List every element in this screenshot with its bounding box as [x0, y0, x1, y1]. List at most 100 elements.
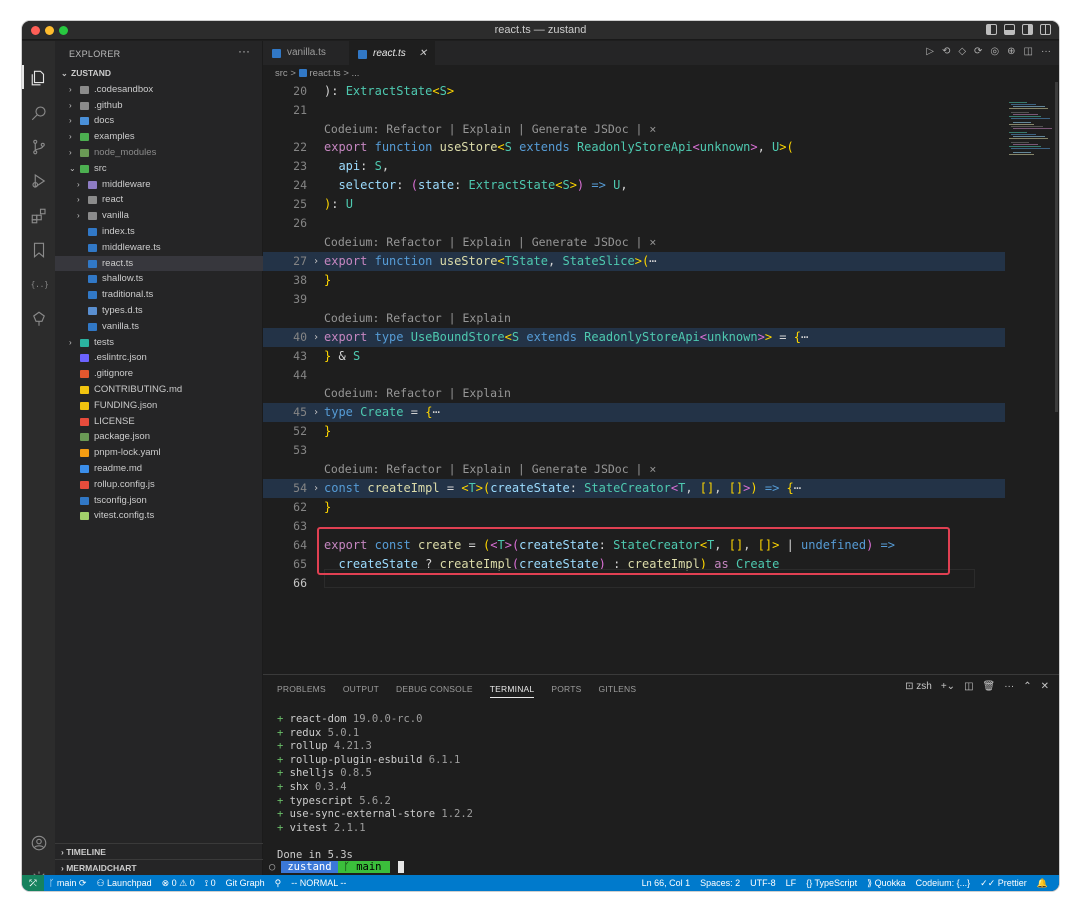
run-icon[interactable]: ▷ [926, 46, 934, 57]
remote-indicator-icon[interactable]: ⤱ [22, 875, 44, 891]
minimap[interactable] [1005, 82, 1059, 674]
tree-item[interactable]: index.ts [55, 224, 263, 240]
codeium-codelens[interactable]: Codeium: Refactor | Explain | Generate J… [263, 120, 1005, 139]
customize-layout-icon[interactable] [1040, 24, 1051, 35]
breadcrumb-folder[interactable]: src [275, 68, 288, 79]
codeium-codelens[interactable]: Codeium: Refactor | Explain [263, 384, 1005, 403]
tree-item[interactable]: › vanilla [55, 208, 263, 224]
kill-terminal-icon[interactable]: 🗑 [983, 681, 996, 692]
search-icon[interactable] [29, 103, 48, 122]
notifications-bell-icon[interactable]: 🔔 [1032, 875, 1053, 891]
fold-chevron-icon[interactable]: › [313, 403, 319, 422]
maximize-panel-icon[interactable]: ⌃ [1023, 681, 1031, 692]
codeium-indicator[interactable]: Codeium: {...} [911, 875, 976, 891]
fold-chevron-icon[interactable]: › [313, 328, 319, 347]
json-tools-icon[interactable]: {..} [29, 274, 48, 293]
tree-item[interactable]: react.ts [55, 255, 263, 272]
problems-indicator[interactable]: ⊗ 0 ⚠ 0 [157, 875, 200, 891]
tab-ports[interactable]: PORTS [551, 684, 581, 698]
tree-item[interactable]: › react [55, 192, 263, 208]
new-terminal-icon[interactable]: +⌄ [941, 681, 955, 692]
tree-item[interactable]: LICENSE [55, 414, 263, 430]
tree-item[interactable]: readme.md [55, 461, 263, 477]
bookmarks-icon[interactable] [29, 240, 48, 259]
close-tab-icon[interactable]: ✕ [419, 42, 427, 66]
compare-icon[interactable]: ◇ [958, 46, 966, 57]
timeline-section[interactable]: › TIMELINE [55, 843, 263, 859]
tree-item[interactable]: .gitignore [55, 366, 263, 382]
toggle-primary-sidebar-icon[interactable] [986, 24, 997, 35]
prettier-indicator[interactable]: ✓✓ Prettier [975, 875, 1032, 891]
fold-chevron-icon[interactable]: › [313, 479, 319, 498]
terminal-output[interactable]: + react-dom 19.0.0-rc.0 + redux 5.0.1 + ro… [277, 713, 473, 863]
language-mode[interactable]: {} TypeScript [801, 875, 862, 891]
tree-item[interactable]: tsconfig.json [55, 493, 263, 509]
tree-item[interactable]: FUNDING.json [55, 398, 263, 414]
toggle-panel-icon[interactable] [1004, 24, 1015, 35]
branch-indicator[interactable]: ᚴ main ⟳ [44, 875, 91, 891]
tree-item[interactable]: CONTRIBUTING.md [55, 382, 263, 398]
tree-item[interactable]: vitest.config.ts [55, 508, 263, 524]
tab-react-ts[interactable]: react.ts ✕ [349, 41, 435, 65]
tree-item[interactable]: .eslintrc.json [55, 350, 263, 366]
encoding[interactable]: UTF-8 [745, 875, 781, 891]
source-control-icon[interactable] [29, 137, 48, 156]
tab-vanilla-ts[interactable]: vanilla.ts [263, 41, 345, 65]
tab-terminal[interactable]: TERMINAL [489, 684, 535, 698]
tree-item[interactable]: › middleware [55, 177, 263, 193]
more-actions-icon[interactable]: ··· [1004, 681, 1014, 692]
workspace-root[interactable]: ⌄ ZUSTAND [55, 66, 263, 82]
mermaidchart-section[interactable]: › MERMAIDCHART [55, 859, 263, 875]
close-panel-icon[interactable]: ✕ [1041, 681, 1049, 692]
quokka-indicator[interactable]: ⟫ Quokka [862, 875, 911, 891]
tree-item[interactable]: pnpm-lock.yaml [55, 445, 263, 461]
tree-item[interactable]: › node_modules [55, 145, 263, 161]
toggle-secondary-sidebar-icon[interactable] [1022, 24, 1033, 35]
toggle-view-icon[interactable]: ◎ [990, 46, 999, 57]
cursor-position[interactable]: Ln 66, Col 1 [637, 875, 696, 891]
tab-debug-console[interactable]: DEBUG CONSOLE [396, 684, 473, 698]
breadcrumb-tail[interactable]: > ... [343, 68, 359, 79]
tree-item[interactable]: traditional.ts [55, 287, 263, 303]
tab-gitlens[interactable]: GITLENS [598, 684, 636, 698]
tree-item[interactable]: package.json [55, 429, 263, 445]
tree-item[interactable]: › tests [55, 335, 263, 351]
tab-output[interactable]: OUTPUT [343, 684, 379, 698]
explorer-icon[interactable] [29, 68, 48, 87]
tree-item[interactable]: › docs [55, 113, 263, 129]
tree-item[interactable]: › examples [55, 129, 263, 145]
codeium-codelens[interactable]: Codeium: Refactor | Explain | Generate J… [263, 233, 1005, 252]
account-icon[interactable] [29, 833, 48, 852]
explorer-more-actions[interactable]: ··· [238, 44, 250, 58]
tree-item[interactable]: middleware.ts [55, 240, 263, 256]
codeium-codelens[interactable]: Codeium: Refactor | Explain | Generate J… [263, 460, 1005, 479]
go-forward-icon[interactable]: ⟳ [974, 46, 982, 57]
feather-icon[interactable]: ⚲ [270, 875, 287, 891]
breadcrumb-file[interactable]: react.ts [310, 68, 341, 79]
preview-icon[interactable]: ⊕ [1007, 46, 1015, 57]
extensions-icon[interactable] [29, 206, 48, 225]
launchpad-indicator[interactable]: ⚇ Launchpad [91, 875, 156, 891]
git-graph-button[interactable]: Git Graph [221, 875, 270, 891]
run-debug-icon[interactable] [29, 171, 48, 190]
go-back-icon[interactable]: ⟲ [942, 46, 950, 57]
end-of-line[interactable]: LF [781, 875, 802, 891]
fold-chevron-icon[interactable]: › [313, 252, 319, 271]
tab-problems[interactable]: PROBLEMS [277, 684, 326, 698]
tree-item[interactable]: › .github [55, 98, 263, 114]
tree-item[interactable]: ⌄ src [55, 161, 263, 177]
tree-item[interactable]: › .codesandbox [55, 82, 263, 98]
remote-tree-icon[interactable] [29, 309, 48, 328]
more-actions-icon[interactable]: ··· [1041, 46, 1051, 57]
tree-item[interactable]: types.d.ts [55, 303, 263, 319]
tree-item[interactable]: vanilla.ts [55, 319, 263, 335]
split-terminal-icon[interactable]: ◫ [964, 681, 973, 692]
ports-indicator[interactable]: ⟟ 0 [200, 875, 221, 891]
split-editor-icon[interactable]: ◫ [1024, 46, 1033, 57]
editor-scrollbar[interactable] [1055, 82, 1058, 412]
indentation[interactable]: Spaces: 2 [695, 875, 745, 891]
tree-item[interactable]: rollup.config.js [55, 477, 263, 493]
terminal-shell-icon[interactable]: ⊡ zsh [905, 681, 932, 692]
tree-item[interactable]: shallow.ts [55, 271, 263, 287]
codeium-codelens[interactable]: Codeium: Refactor | Explain [263, 309, 1005, 328]
